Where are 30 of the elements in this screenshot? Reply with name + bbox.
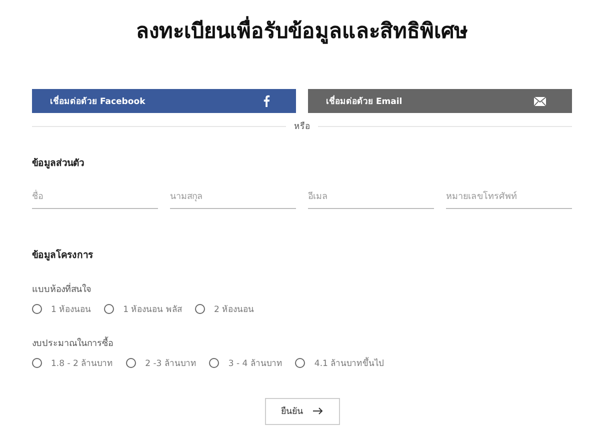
group-label: แบบห้องที่สนใจ — [32, 282, 92, 296]
radio-button[interactable] — [32, 304, 42, 314]
confirm-button[interactable]: ยืนยัน — [264, 398, 340, 424]
input-field[interactable]: หมายเลขโทรศัพท์ — [446, 186, 572, 208]
facebook-icon — [263, 95, 270, 107]
radio-button[interactable] — [32, 358, 42, 368]
radio-button[interactable] — [104, 304, 114, 314]
section-heading: ข้อมูลโครงการ — [32, 248, 94, 262]
input-field[interactable]: นามสกุล — [170, 186, 296, 208]
radio-option[interactable]: 1 ห้องนอน — [32, 302, 92, 316]
radio-option[interactable]: 1.8 - 2 ล้านบาท — [32, 356, 114, 370]
radio-button[interactable] — [126, 358, 136, 368]
envelope-icon — [534, 96, 546, 106]
radio-button[interactable] — [295, 358, 306, 368]
radio-option[interactable]: 2 -3 ล้านบาท — [126, 356, 196, 370]
radio-button[interactable] — [194, 304, 205, 314]
divider-label: หรือ — [294, 120, 310, 133]
input-field[interactable]: อีเมล — [308, 186, 434, 208]
radio-option[interactable]: 1 ห้องนอน พลัส — [104, 302, 182, 316]
page-title: ลงทะเบียนเพื่อรับข้อมูลและสิทธิพิเศษ — [32, 14, 572, 48]
email-login-button[interactable]: เชื่อมต่อด้วย Email — [308, 89, 572, 113]
section-heading: ข้อมูลส่วนตัว — [32, 157, 85, 170]
radio-option[interactable]: 4.1 ล้านบาทขึ้นไป — [295, 356, 384, 370]
facebook-login-button[interactable]: เชื่อมต่อด้วย Facebook — [32, 89, 296, 113]
radio-option[interactable]: 2 ห้องนอน — [194, 302, 254, 316]
radio-button[interactable] — [209, 358, 220, 368]
arrow-right-icon — [313, 407, 323, 415]
input-field[interactable]: ชื่อ — [32, 186, 158, 208]
group-label: งบประมาณในการซื้อ — [32, 336, 114, 350]
radio-option[interactable]: 3 - 4 ล้านบาท — [209, 356, 282, 370]
